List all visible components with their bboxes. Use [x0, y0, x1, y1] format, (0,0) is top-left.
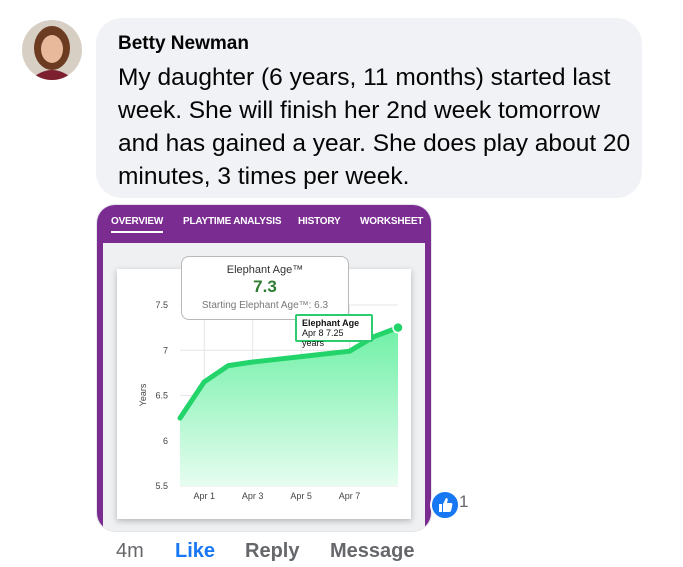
comment-bubble: Betty Newman My daughter (6 years, 11 mo… — [96, 18, 642, 198]
thumbs-up-icon — [439, 498, 453, 512]
elephant-age-value: 7.3 — [253, 277, 277, 296]
attached-image[interactable]: OVERVIEW PLAYTIME ANALYSIS HISTORY WORKS… — [97, 205, 431, 531]
tab-overview: OVERVIEW — [111, 216, 163, 233]
avatar[interactable] — [22, 20, 82, 80]
app-tab-bar: OVERVIEW PLAYTIME ANALYSIS HISTORY WORKS… — [97, 205, 431, 243]
tab-history: HISTORY — [298, 216, 341, 227]
like-reaction-icon[interactable] — [430, 490, 460, 520]
frame-right — [425, 243, 431, 531]
comment-text: My daughter (6 years, 11 months) started… — [118, 64, 631, 190]
tooltip-title: Elephant Age — [302, 318, 360, 328]
avatar-photo — [22, 20, 82, 80]
tab-worksheet: WORKSHEET — [360, 216, 424, 227]
reply-button[interactable]: Reply — [245, 540, 299, 563]
comment-author[interactable]: Betty Newman — [118, 33, 249, 55]
starting-elephant-age: Starting Elephant Age™: 6.3 — [201, 300, 329, 311]
chart-tooltip: Elephant Age Apr 8 7.25 years — [295, 314, 373, 348]
tooltip-text: Apr 8 7.25 years — [302, 328, 344, 348]
comment-timestamp[interactable]: 4m — [116, 540, 144, 563]
elephant-age-title: Elephant Age™ — [226, 264, 304, 276]
reaction-count[interactable]: 1 — [459, 492, 468, 512]
tab-playtime-analysis: PLAYTIME ANALYSIS — [183, 216, 282, 227]
elephant-age-summary: Elephant Age™ 7.3 Starting Elephant Age™… — [181, 256, 349, 320]
message-button[interactable]: Message — [330, 540, 415, 563]
like-button[interactable]: Like — [175, 540, 215, 563]
